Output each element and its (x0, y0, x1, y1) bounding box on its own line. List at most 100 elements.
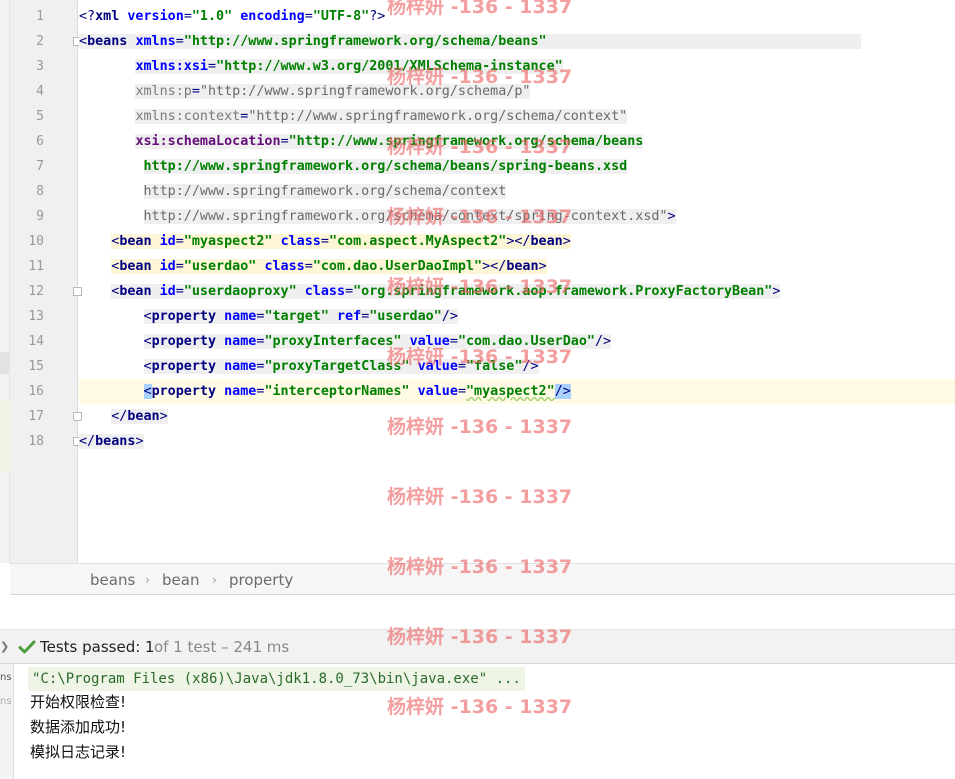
left-tool-strip (0, 0, 10, 563)
code-line[interactable]: http://www.springframework.org/schema/co… (79, 179, 955, 204)
console-line: 开始权限检查! (30, 693, 127, 711)
code-token: = (320, 234, 329, 249)
code-token: < (143, 334, 152, 349)
code-line[interactable]: <property name="target" ref="userdao"/> (79, 304, 955, 329)
line-number: 15 (28, 359, 44, 374)
breadcrumb-item-beans[interactable]: beans (90, 564, 135, 596)
code-line-content: http://www.springframework.org/schema/be… (143, 159, 628, 174)
code-token: /> (554, 384, 571, 399)
watermark: 杨梓妍 -136 - 1337 (387, 66, 573, 88)
line-number: 18 (28, 434, 44, 449)
watermark: 杨梓妍 -136 - 1337 (387, 276, 573, 298)
code-token: class (280, 234, 321, 249)
code-token: name (224, 309, 257, 324)
code-token: name (224, 384, 257, 399)
code-token: "http://www.springframework.org/schema/c… (248, 109, 628, 124)
code-line-content: <?xml version="1.0" encoding="UTF-8"?> (79, 9, 385, 24)
watermark: 杨梓妍 -136 - 1337 (387, 486, 573, 508)
line-number: 5 (36, 109, 44, 124)
tests-passed-text: Tests passed: (40, 638, 146, 656)
code-token: ?> (369, 9, 386, 24)
code-token: bean (127, 409, 160, 424)
code-token: "com.aspect.MyAspect2" (328, 234, 507, 249)
code-token: "UTF-8" (312, 9, 370, 24)
code-token: > (562, 234, 571, 249)
line-number: 6 (36, 134, 44, 149)
code-token: ></ (506, 234, 531, 249)
code-line-content: <beans xmlns="http://www.springframework… (79, 34, 861, 49)
code-token: beans (87, 34, 136, 49)
code-line[interactable]: <bean id="myaspect2" class="com.aspect.M… (79, 229, 955, 254)
line-number: 8 (36, 184, 44, 199)
code-token: < (143, 359, 152, 374)
breadcrumb-item-bean[interactable]: bean (162, 564, 199, 596)
code-token: </ (111, 409, 128, 424)
code-token: ref (337, 309, 362, 324)
code-token: </ (79, 434, 96, 449)
code-token: "target" (264, 309, 329, 324)
side-label: ns (0, 696, 12, 707)
tests-total-text: of 1 test – 241 ms (154, 638, 290, 656)
code-token: = (457, 384, 466, 399)
code-token: = (208, 59, 217, 74)
code-token: = (183, 9, 192, 24)
expand-arrow-icon[interactable]: ❯ (0, 630, 9, 664)
code-token: xmlns:context (135, 109, 241, 124)
code-token: = (191, 84, 200, 99)
code-token: xml (95, 9, 128, 24)
code-token: bean (530, 234, 563, 249)
line-number-gutter[interactable]: 1 2 3 4 5 6 7 8 9 10 11 12 13 14 15 16 17 18 (10, 0, 82, 563)
line-number: 16 (28, 384, 44, 399)
code-token: xsi:schemaLocation (135, 134, 281, 149)
code-token: bean (119, 284, 160, 299)
watermark: 杨梓妍 -136 - 1337 (387, 346, 573, 368)
code-token: > (159, 409, 168, 424)
code-token: > (667, 209, 676, 224)
console-side-panel: ns ns (0, 664, 14, 779)
code-line[interactable]: xmlns:context="http://www.springframewor… (79, 104, 955, 129)
code-token: "myaspect2" (466, 384, 555, 399)
code-token: id (159, 234, 176, 249)
breadcrumb-item-property[interactable]: property (229, 564, 293, 596)
code-token: class (264, 259, 305, 274)
code-line[interactable]: <property name="interceptorNames" value=… (79, 379, 955, 404)
code-token: name (224, 359, 257, 374)
console-line: 数据添加成功! (30, 718, 127, 736)
line-number: 3 (36, 59, 44, 74)
console-command-line: "C:\Program Files (x86)\Java\jdk1.8.0_73… (28, 667, 525, 691)
code-line[interactable]: <beans xmlns="http://www.springframework… (79, 29, 955, 54)
code-token: = (304, 259, 313, 274)
code-token: version (127, 9, 184, 24)
code-token: "userdaoproxy" (183, 284, 297, 299)
console-line: 模拟日志记录! (30, 743, 127, 761)
code-line-content: <bean id="myaspect2" class="com.aspect.M… (111, 234, 571, 249)
code-token: /> (441, 309, 458, 324)
line-number: 13 (28, 309, 44, 324)
watermark: 杨梓妍 -136 - 1337 (387, 136, 573, 158)
console-output[interactable]: "C:\Program Files (x86)\Java\jdk1.8.0_73… (14, 664, 955, 779)
code-token: xmlns:p (135, 84, 192, 99)
code-token: property (151, 334, 225, 349)
watermark: 杨梓妍 -136 - 1337 (387, 556, 573, 578)
code-token: = (304, 9, 313, 24)
code-line-content: <property name="target" ref="userdao"/> (143, 309, 458, 324)
side-label: ns (0, 672, 12, 683)
strip-marker (0, 352, 10, 374)
code-token: <? (79, 9, 96, 24)
code-token: "userdao" (369, 309, 442, 324)
code-token: "myaspect2" (183, 234, 273, 249)
code-token: xmlns:xsi (135, 59, 208, 74)
code-token: xmlns (135, 34, 176, 49)
